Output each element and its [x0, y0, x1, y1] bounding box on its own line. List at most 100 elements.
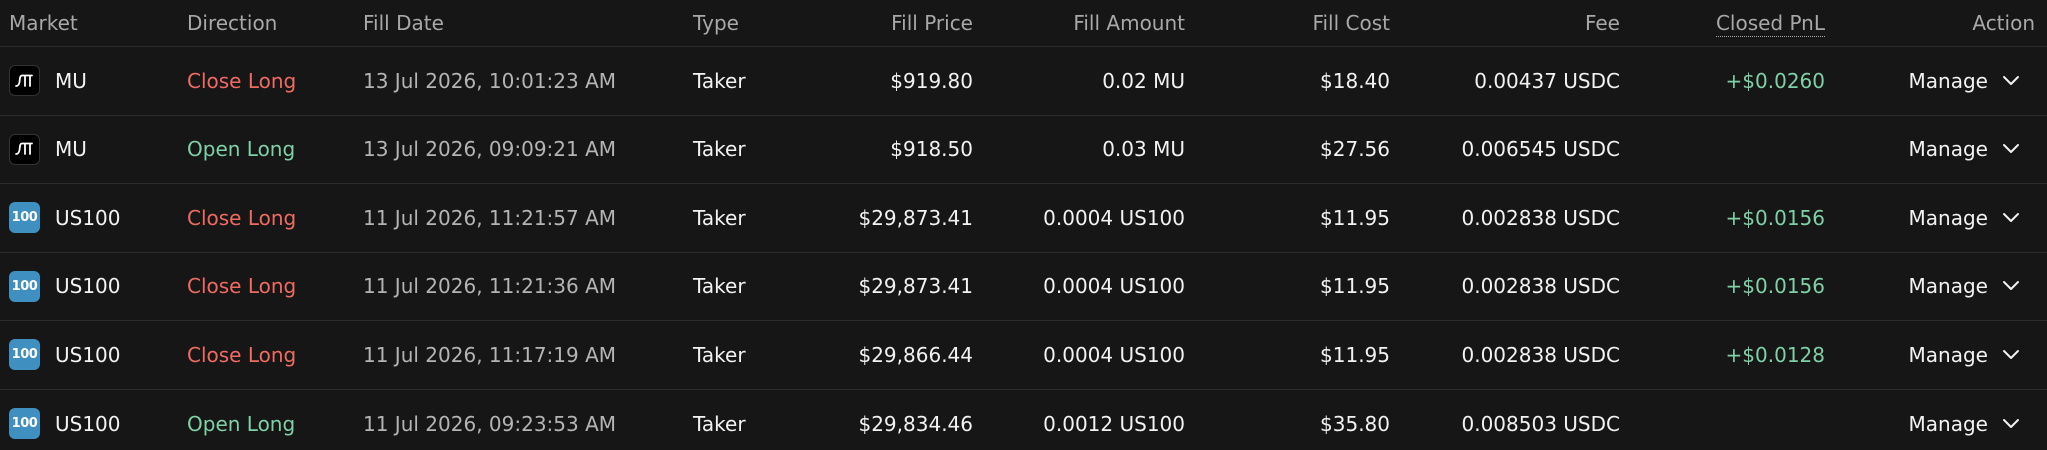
manage-dropdown-button[interactable]: Manage: [1909, 208, 2020, 228]
fill-cost-cell: $27.56: [1320, 137, 1390, 162]
fill-cost-cell: $11.95: [1320, 205, 1390, 230]
fee-cell: 0.002838 USDC: [1461, 205, 1621, 230]
manage-dropdown-button[interactable]: Manage: [1909, 414, 2020, 434]
us100-icon-text: 100: [11, 278, 38, 294]
market-cell[interactable]: 100 US100: [0, 270, 187, 302]
trade-history-table: Market Direction Fill Date Type Fill Pri…: [0, 0, 2047, 450]
fill-date-cell: 13 Jul 2026, 09:09:21 AM: [363, 137, 617, 162]
us100-logo-icon: 100: [9, 339, 40, 371]
chevron-down-icon: [2003, 75, 2019, 85]
fill-price-cell: $918.50: [890, 137, 973, 162]
manage-label: Manage: [1908, 411, 1988, 436]
manage-label: Manage: [1908, 342, 1988, 367]
fill-cost-cell: $11.95: [1320, 274, 1390, 299]
us100-icon-text: 100: [11, 210, 38, 226]
fee-cell: 0.002838 USDC: [1461, 342, 1621, 367]
chevron-down-icon: [2003, 418, 2019, 428]
action-cell: Manage: [1825, 208, 2047, 228]
chevron-down-icon: [2003, 144, 2019, 154]
manage-dropdown-button[interactable]: Manage: [1909, 276, 2020, 296]
fill-date-cell: 13 Jul 2026, 10:01:23 AM: [363, 68, 617, 93]
manage-label: Manage: [1908, 68, 1988, 93]
table-row: 100 US100 Close Long 11 Jul 2026, 11:21:…: [0, 184, 2047, 253]
chevron-down-icon: [2003, 281, 2019, 291]
table-row: MU Open Long 13 Jul 2026, 09:09:21 AM Ta…: [0, 116, 2047, 184]
market-name: US100: [55, 274, 121, 299]
manage-dropdown-button[interactable]: Manage: [1909, 139, 2020, 159]
table-row: 100 US100 Close Long 11 Jul 2026, 11:21:…: [0, 253, 2047, 321]
closed-pnl-tooltip-label[interactable]: Closed PnL: [1715, 11, 1825, 37]
table-header: Market Direction Fill Date Type Fill Pri…: [0, 0, 2047, 47]
header-market[interactable]: Market: [0, 13, 187, 33]
type-cell: Taker: [693, 68, 746, 93]
manage-label: Manage: [1908, 274, 1988, 299]
header-fee[interactable]: Fee: [1390, 13, 1620, 33]
table-row: 100 US100 Close Long 11 Jul 2026, 11:17:…: [0, 321, 2047, 390]
mu-logo-icon: [9, 65, 40, 97]
header-fill-amount[interactable]: Fill Amount: [973, 13, 1185, 33]
fill-amount-cell: 0.03 MU: [1102, 137, 1185, 162]
fill-amount-cell: 0.0004 US100: [1043, 274, 1185, 299]
us100-icon-text: 100: [11, 416, 38, 432]
direction-cell: Open Long: [187, 411, 296, 436]
market-cell[interactable]: 100 US100: [0, 408, 187, 440]
manage-label: Manage: [1908, 205, 1988, 230]
us100-logo-icon: 100: [9, 202, 40, 234]
header-fill-date[interactable]: Fill Date: [363, 13, 693, 33]
market-cell[interactable]: 100 US100: [0, 202, 187, 234]
us100-logo-icon: 100: [9, 270, 40, 302]
header-closed-pnl[interactable]: Closed PnL: [1620, 11, 1825, 37]
table-row: MU Close Long 13 Jul 2026, 10:01:23 AM T…: [0, 47, 2047, 116]
type-cell: Taker: [693, 137, 746, 162]
closed-pnl-cell: +$0.0260: [1725, 68, 1825, 93]
us100-logo-icon: 100: [9, 408, 40, 440]
closed-pnl-cell: +$0.0128: [1725, 342, 1825, 367]
market-name: US100: [55, 342, 121, 367]
manage-dropdown-button[interactable]: Manage: [1909, 71, 2020, 91]
header-fill-price[interactable]: Fill Price: [793, 13, 973, 33]
market-name: US100: [55, 411, 121, 436]
fill-cost-cell: $18.40: [1320, 68, 1390, 93]
fill-price-cell: $29,873.41: [858, 205, 973, 230]
fill-amount-cell: 0.02 MU: [1102, 68, 1185, 93]
closed-pnl-cell: +$0.0156: [1725, 274, 1825, 299]
action-cell: Manage: [1825, 414, 2047, 434]
fill-amount-cell: 0.0004 US100: [1043, 205, 1185, 230]
chevron-down-icon: [2003, 212, 2019, 222]
fee-cell: 0.006545 USDC: [1461, 137, 1621, 162]
type-cell: Taker: [693, 274, 746, 299]
market-name: MU: [55, 137, 87, 162]
mu-logo-icon: [9, 133, 40, 165]
table-body: MU Close Long 13 Jul 2026, 10:01:23 AM T…: [0, 47, 2047, 450]
fill-price-cell: $29,873.41: [858, 274, 973, 299]
fill-price-cell: $29,834.46: [858, 411, 973, 436]
action-cell: Manage: [1825, 345, 2047, 365]
fill-price-cell: $29,866.44: [858, 342, 973, 367]
market-name: MU: [55, 68, 87, 93]
header-type[interactable]: Type: [693, 13, 793, 33]
fill-date-cell: 11 Jul 2026, 09:23:53 AM: [363, 411, 617, 436]
header-direction[interactable]: Direction: [187, 13, 363, 33]
market-cell[interactable]: MU: [0, 65, 187, 97]
fill-cost-cell: $35.80: [1320, 411, 1390, 436]
us100-icon-text: 100: [11, 347, 38, 363]
action-cell: Manage: [1825, 276, 2047, 296]
market-name: US100: [55, 205, 121, 230]
table-row: 100 US100 Open Long 11 Jul 2026, 09:23:5…: [0, 390, 2047, 450]
action-cell: Manage: [1825, 139, 2047, 159]
mu-glyph-icon: [14, 142, 33, 156]
closed-pnl-cell: +$0.0156: [1725, 205, 1825, 230]
header-fill-cost[interactable]: Fill Cost: [1185, 13, 1390, 33]
type-cell: Taker: [693, 205, 746, 230]
direction-cell: Close Long: [187, 205, 297, 230]
fill-amount-cell: 0.0004 US100: [1043, 342, 1185, 367]
fill-price-cell: $919.80: [890, 68, 973, 93]
manage-dropdown-button[interactable]: Manage: [1909, 345, 2020, 365]
manage-label: Manage: [1908, 137, 1988, 162]
market-cell[interactable]: 100 US100: [0, 339, 187, 371]
fill-amount-cell: 0.0012 US100: [1043, 411, 1185, 436]
market-cell[interactable]: MU: [0, 133, 187, 165]
fill-cost-cell: $11.95: [1320, 342, 1390, 367]
direction-cell: Close Long: [187, 274, 297, 299]
direction-cell: Close Long: [187, 342, 297, 367]
